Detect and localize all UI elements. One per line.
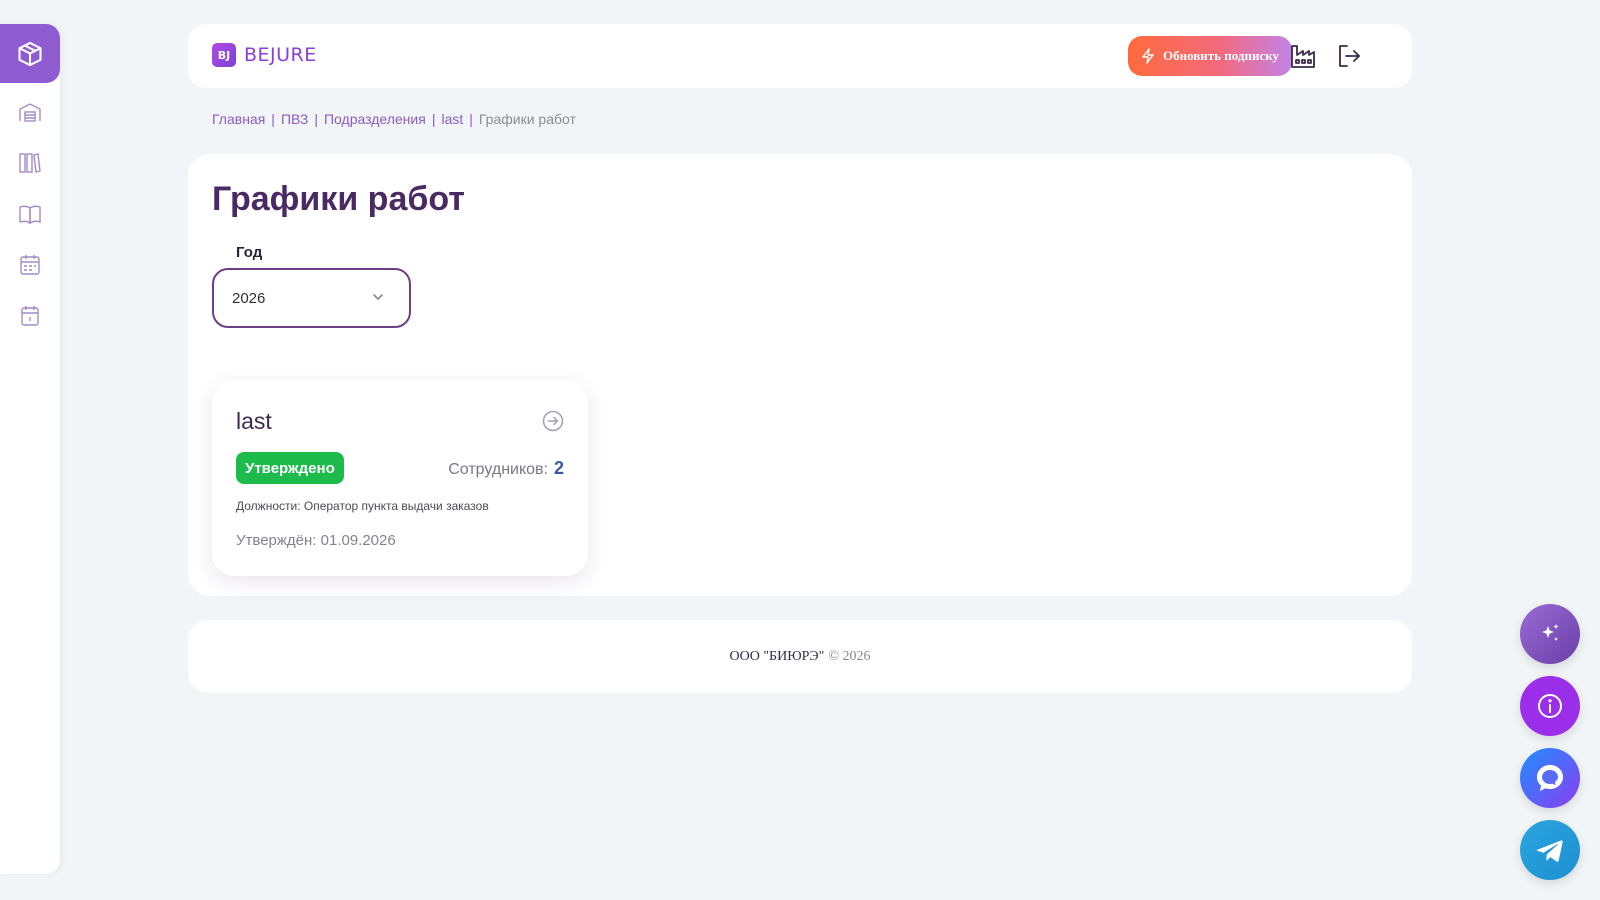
logo-text: BEJURE — [244, 44, 317, 66]
main-panel: Графики работ Год 2026 last Утверждено С… — [188, 154, 1412, 596]
year-label: Год — [236, 244, 263, 261]
ai-assistant-button[interactable] — [1520, 604, 1580, 664]
book-icon — [19, 205, 41, 225]
sidebar-item-products[interactable] — [0, 24, 60, 83]
breadcrumb-pvz[interactable]: ПВЗ — [281, 111, 308, 127]
sidebar-item-warehouse[interactable] — [18, 100, 42, 124]
telegram-icon — [1536, 840, 1563, 862]
logo-mark: BJ — [212, 43, 236, 67]
year-select[interactable]: 2026 — [212, 268, 411, 328]
breadcrumb: Главная | ПВЗ | Подразделения | last | Г… — [212, 111, 576, 127]
sidebar-item-calendar[interactable] — [18, 304, 42, 328]
telegram-button[interactable] — [1520, 820, 1580, 880]
arrow-right-circle-icon[interactable] — [542, 410, 564, 432]
chevron-down-icon — [373, 294, 383, 301]
warehouse-icon — [19, 103, 41, 122]
factory-icon[interactable] — [1290, 43, 1316, 69]
positions-text: Должности: Оператор пункта выдачи заказо… — [236, 499, 489, 513]
sidebar-item-schedules[interactable] — [18, 253, 42, 277]
breadcrumb-divisions[interactable]: Подразделения — [324, 111, 426, 127]
chat-button[interactable] — [1520, 748, 1580, 808]
info-icon — [1538, 694, 1562, 718]
info-button[interactable] — [1520, 676, 1580, 736]
library-icon — [19, 153, 41, 173]
page-title: Графики работ — [212, 180, 465, 218]
employees-info: Сотрудников: 2 — [448, 458, 564, 479]
upgrade-label: Обновить подписку — [1162, 48, 1280, 63]
footer-copyright: © 2026 — [828, 648, 871, 664]
employees-label: Сотрудников: — [448, 461, 548, 478]
breadcrumb-separator: | — [469, 111, 473, 127]
footer-company: ООО "БИЮРЭ" — [729, 648, 825, 664]
employees-count: 2 — [553, 458, 564, 478]
schedule-card[interactable]: last Утверждено Сотрудников: 2 Должности… — [212, 380, 588, 576]
breadcrumb-separator: | — [314, 111, 318, 127]
breadcrumb-separator: | — [271, 111, 275, 127]
sidebar-item-library[interactable] — [18, 151, 42, 175]
breadcrumb-home[interactable]: Главная — [212, 111, 265, 127]
sidebar-item-docs[interactable] — [18, 202, 42, 226]
card-title: last — [236, 408, 272, 434]
footer: ООО "БИЮРЭ" © 2026 — [188, 620, 1412, 693]
sparkles-icon — [1542, 624, 1559, 641]
logout-icon[interactable] — [1336, 43, 1362, 69]
calendar-day-icon — [21, 306, 39, 326]
box-icon — [18, 41, 42, 66]
calendar-grid-icon — [20, 255, 40, 275]
year-value: 2026 — [232, 289, 266, 307]
sidebar — [0, 24, 60, 874]
breadcrumb-division[interactable]: last — [441, 111, 463, 127]
approved-date: Утверждён: 01.09.2026 — [236, 532, 396, 549]
app-logo[interactable]: BJ BEJURE — [212, 43, 317, 67]
lightning-icon — [1142, 48, 1154, 64]
top-header: BJ BEJURE Обновить подписку — [188, 24, 1412, 88]
chat-icon — [1537, 765, 1563, 791]
status-badge: Утверждено — [236, 452, 344, 484]
upgrade-subscription-button[interactable]: Обновить подписку — [1128, 36, 1292, 76]
breadcrumb-separator: | — [431, 111, 436, 127]
breadcrumb-current: Графики работ — [478, 111, 576, 127]
